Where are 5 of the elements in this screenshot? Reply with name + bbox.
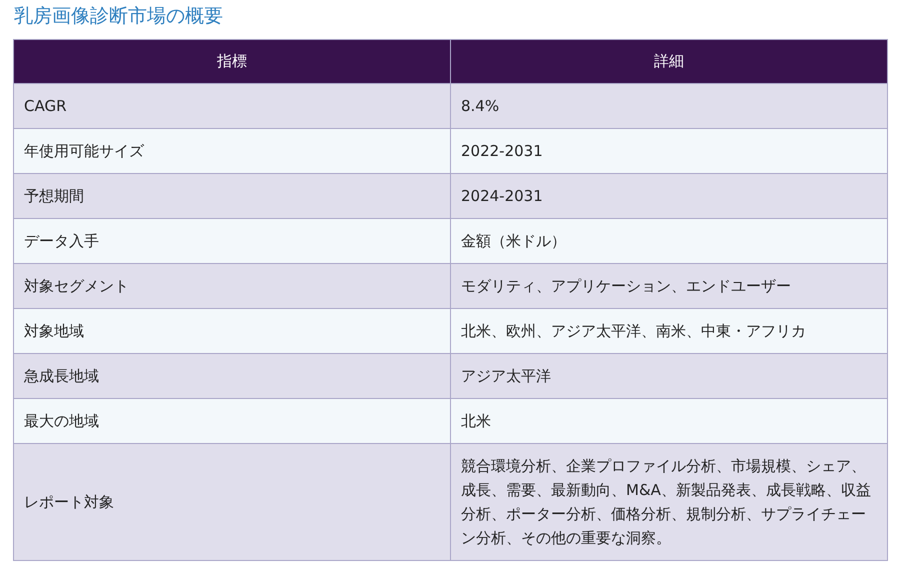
column-header: 指標 [14, 40, 450, 84]
section-title: 乳房画像診断市場の概要 [13, 4, 223, 29]
table-cell: レポート対象 [14, 444, 450, 560]
table-cell: 競合環境分析、企業プロファイル分析、市場規模、シェア、成長、需要、最新動向、M&A、新製品発表、成長戦略、収益分析、ポーター分析、価格分析、規制分析、サプライチェーン分析、その他の重要な洞察。 [450, 444, 888, 560]
column-header: 詳細 [450, 40, 888, 84]
